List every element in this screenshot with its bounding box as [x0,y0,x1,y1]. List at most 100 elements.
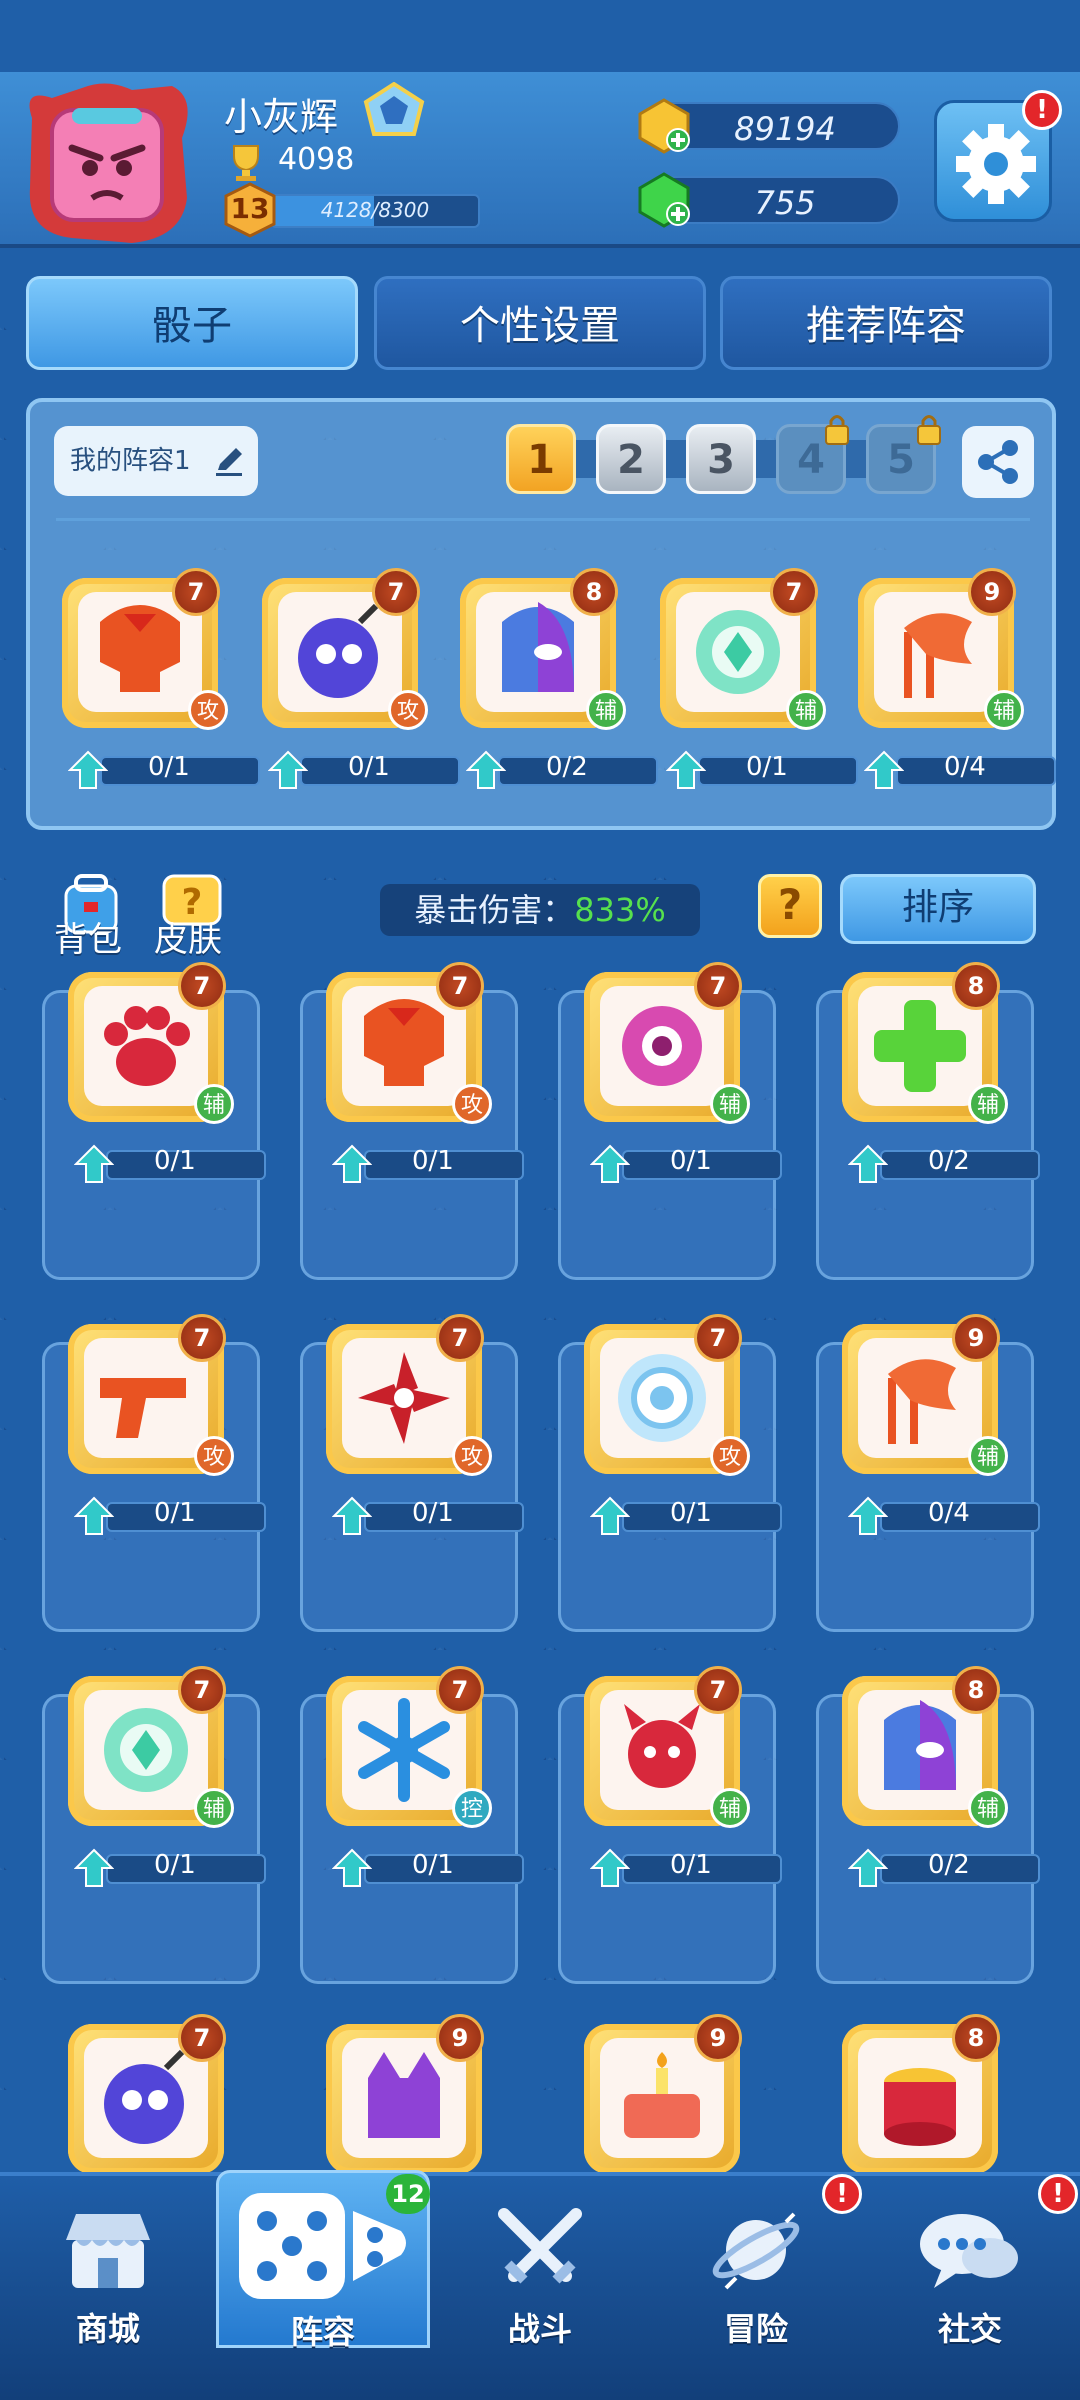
upgrade-arrow-icon [848,1496,888,1535]
dice-card[interactable]: 9辅 [836,1312,1008,1482]
dice-card[interactable]: 7攻 [256,566,428,736]
dice-card[interactable]: 7攻 [578,1312,750,1482]
dice-card[interactable]: 8辅 [836,1664,1008,1834]
tab-dice[interactable]: 骰子 [26,276,358,370]
upgrade-arrow-icon [590,1144,630,1183]
card-level-badge: 7 [436,962,484,1010]
tab-customize[interactable]: 个性设置 [374,276,706,370]
upgrade-arrow-icon [332,1848,372,1887]
card-level-badge: 7 [770,568,818,616]
card-upgrade-progress: 0/1 [268,750,468,789]
card-role-badge: 攻 [388,690,428,730]
dice-card[interactable]: 8辅 [454,566,626,736]
card-level-badge: 9 [694,2014,742,2062]
dice-card[interactable]: 8 [836,2012,1006,2182]
dice-card[interactable]: 7辅 [62,1664,234,1834]
card-role-badge: 辅 [586,690,626,730]
dice-card[interactable]: 7控 [320,1664,492,1834]
dice-card[interactable]: 7攻 [320,960,492,1130]
dice-card[interactable]: 7辅 [578,960,750,1130]
progress-text: 0/1 [670,1850,712,1880]
dice-card[interactable]: 7攻 [62,1312,234,1482]
card-level-badge: 7 [178,2014,226,2062]
rank-badge-icon[interactable] [362,82,426,140]
dice-card[interactable]: 7辅 [654,566,826,736]
help-button[interactable]: ? [758,874,822,938]
upgrade-arrow-icon [74,1144,114,1183]
card-level-badge: 7 [436,1666,484,1714]
skin-label[interactable]: 皮肤 [154,912,222,961]
card-level-badge: 9 [968,568,1016,616]
crossed-swords-icon [498,2208,582,2284]
deck-name-button[interactable]: 我的阵容1 [54,426,258,496]
sort-button[interactable]: 排序 [840,874,1036,944]
gold-add-icon[interactable] [634,96,694,156]
dice-card[interactable]: 7辅 [578,1664,750,1834]
card-upgrade-progress: 0/1 [666,750,866,789]
dice-card[interactable]: 9辅 [852,566,1024,736]
upgrade-arrow-icon [332,1144,372,1183]
progress-text: 0/2 [546,752,588,782]
progress-text: 0/1 [670,1498,712,1528]
card-level-badge: 8 [952,2014,1000,2062]
upgrade-arrow-icon [590,1848,630,1887]
card-role-badge: 辅 [968,1436,1008,1476]
dice-card[interactable]: 7 [62,2012,232,2182]
progress-text: 0/1 [412,1850,454,1880]
card-level-badge: 7 [436,1314,484,1362]
card-upgrade-progress: 0/1 [332,1496,532,1535]
progress-text: 0/1 [412,1146,454,1176]
deck-slot-2[interactable]: 2 [596,424,666,494]
card-role-badge: 辅 [710,1084,750,1124]
card-level-badge: 7 [372,568,420,616]
nav-social[interactable]: 社交 [870,2186,1070,2348]
card-level-badge: 7 [178,962,226,1010]
card-role-badge: 辅 [194,1788,234,1828]
trophy-icon [233,145,259,181]
nav-battle[interactable]: 战斗 [440,2186,640,2348]
backpack-label[interactable]: 背包 [54,912,122,961]
dice-card[interactable]: 8辅 [836,960,1008,1130]
dice-card[interactable]: 9 [320,2012,490,2182]
deck-slot-3[interactable]: 3 [686,424,756,494]
card-upgrade-progress: 0/1 [74,1144,274,1183]
card-role-badge: 辅 [968,1788,1008,1828]
nav-shop-label: 商城 [75,2310,140,2348]
card-upgrade-progress: 0/2 [466,750,666,789]
card-level-badge: 8 [952,1666,1000,1714]
card-role-badge: 攻 [710,1436,750,1476]
nav-adventure[interactable]: 冒险 [656,2186,856,2348]
share-button[interactable] [962,426,1034,498]
card-role-badge: 攻 [194,1436,234,1476]
social-alert-badge: ! [1038,2174,1078,2214]
upgrade-arrow-icon [848,1144,888,1183]
card-upgrade-progress: 0/1 [590,1144,790,1183]
edit-pencil-icon [216,448,242,476]
nav-shop[interactable]: 商城 [8,2186,208,2348]
share-icon [978,440,1018,484]
upgrade-arrow-icon [590,1496,630,1535]
upgrade-arrow-icon [848,1848,888,1887]
gold-value: 89194 [734,110,836,148]
lineup-count-badge: 12 [386,2174,430,2214]
tab-recommended-lineup[interactable]: 推荐阵容 [720,276,1052,370]
card-upgrade-progress: 0/1 [74,1848,274,1887]
gem-add-icon[interactable] [634,170,694,230]
upgrade-arrow-icon [68,750,108,789]
dice-card[interactable]: 7攻 [320,1312,492,1482]
dice-card[interactable]: 9 [578,2012,748,2182]
dice-card[interactable]: 7攻 [56,566,228,736]
card-upgrade-progress: 0/4 [848,1496,1048,1535]
crit-damage-label: 暴击伤害： [414,891,575,929]
lock-icon [825,415,849,445]
upgrade-arrow-icon [74,1848,114,1887]
crit-damage-box: 暴击伤害：833% [380,884,700,936]
upgrade-arrow-icon [268,750,308,789]
upgrade-arrow-icon [332,1496,372,1535]
trophy-count: 4098 [278,142,355,177]
dice-card[interactable]: 7辅 [62,960,234,1130]
shop-icon [66,2214,150,2288]
deck-slot-1[interactable]: 1 [506,424,576,494]
avatar[interactable] [12,78,202,248]
card-role-badge: 攻 [188,690,228,730]
